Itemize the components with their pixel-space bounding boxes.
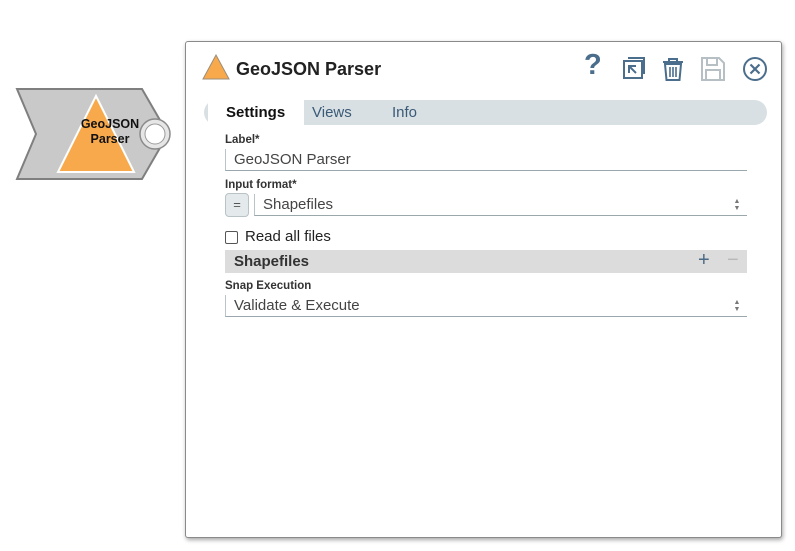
export-button[interactable]: [620, 56, 646, 82]
tab-info[interactable]: Info: [392, 100, 417, 125]
export-icon: [623, 57, 645, 79]
input-format-value: Shapefiles: [263, 196, 334, 213]
help-button[interactable]: ?: [584, 50, 602, 80]
select-arrows-icon: ▲ ▼: [733, 299, 741, 313]
snap-execution-select[interactable]: Validate & Execute ▲ ▼: [225, 295, 747, 317]
snap-node-label: GeoJSON Parser: [80, 117, 140, 146]
tab-settings[interactable]: Settings: [208, 100, 304, 125]
geojson-parser-snap-node[interactable]: GeoJSON Parser: [14, 86, 176, 184]
input-format-label: Input format*: [225, 179, 297, 191]
dialog-title: GeoJSON Parser: [236, 59, 382, 79]
expression-toggle-button[interactable]: =: [225, 193, 249, 217]
add-row-button[interactable]: +: [698, 249, 710, 272]
close-icon: [743, 57, 767, 81]
label-field-label: Label*: [225, 134, 260, 146]
read-all-files-label: Read all files: [245, 228, 331, 245]
remove-row-button[interactable]: −: [727, 249, 739, 272]
triangle-icon: [202, 53, 230, 85]
select-arrows-icon: ▲ ▼: [733, 198, 741, 212]
snap-execution-value: Validate & Execute: [234, 297, 360, 314]
tab-bar: Settings Views Info: [204, 100, 767, 125]
snap-settings-dialog: GeoJSON Parser ? Settings Views Info Lab…: [185, 41, 782, 538]
input-format-select[interactable]: Shapefiles ▲ ▼: [254, 194, 747, 216]
snap-execution-label: Snap Execution: [225, 280, 312, 292]
shapefiles-section-title: Shapefiles: [234, 253, 310, 270]
tab-views[interactable]: Views: [312, 100, 352, 125]
trash-icon: [663, 58, 683, 81]
shapefiles-section-header: Shapefiles + −: [225, 249, 747, 273]
delete-button[interactable]: [660, 56, 686, 82]
save-icon: [701, 57, 725, 81]
read-all-files-checkbox[interactable]: [225, 231, 238, 244]
label-input[interactable]: GeoJSON Parser: [225, 149, 747, 171]
save-button[interactable]: [700, 56, 726, 82]
help-icon: ?: [584, 49, 602, 81]
close-button[interactable]: [742, 56, 768, 82]
